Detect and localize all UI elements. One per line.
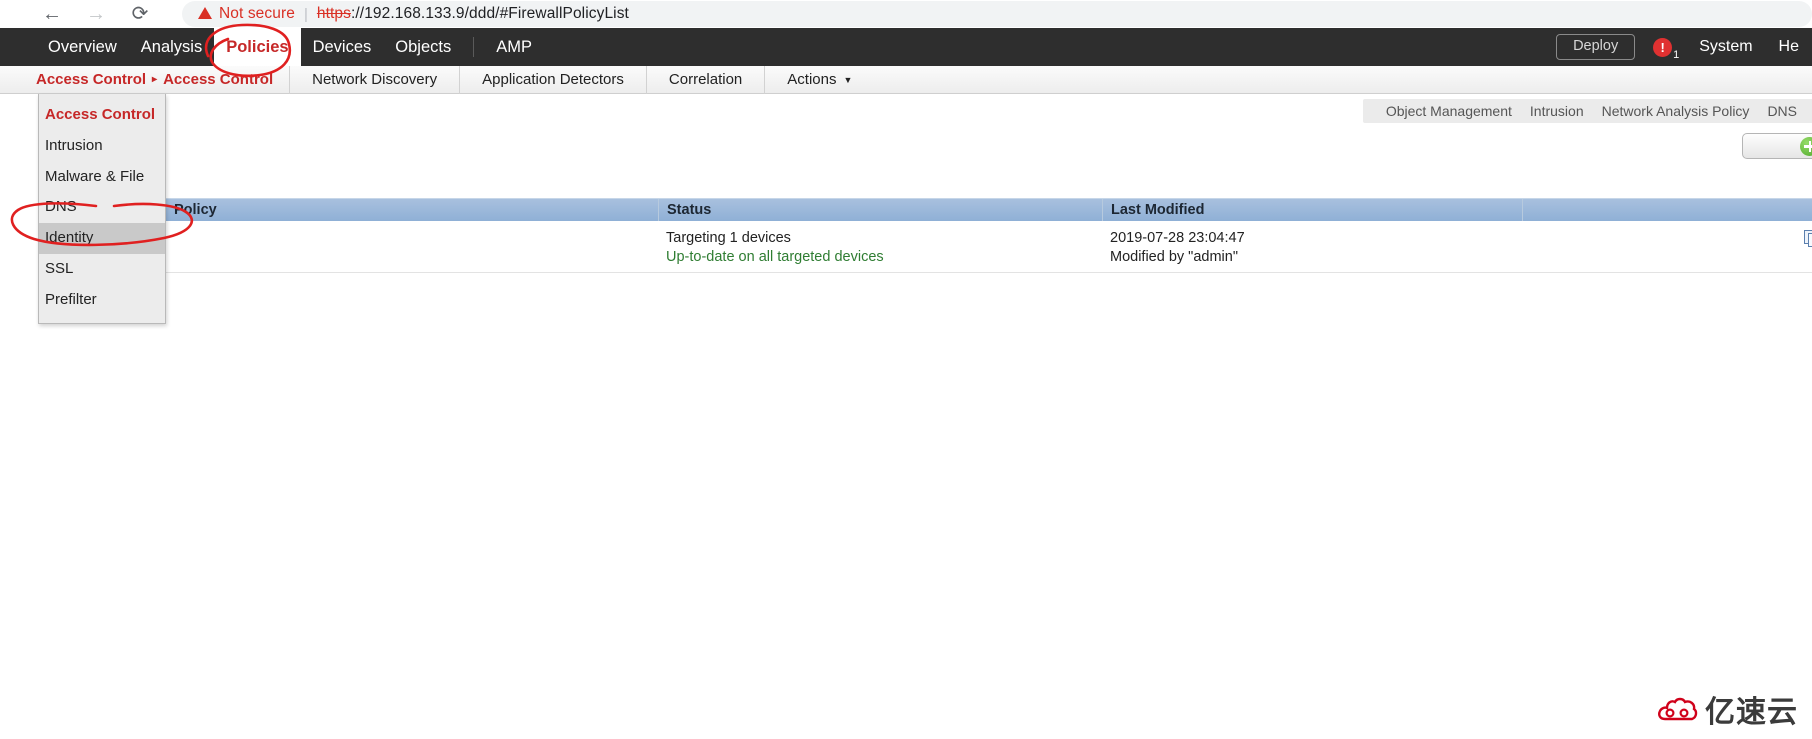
nav-item-system[interactable]: System	[1686, 38, 1765, 56]
util-link-intrusion[interactable]: Intrusion	[1521, 103, 1593, 119]
util-link-network-analysis-policy[interactable]: Network Analysis Policy	[1593, 103, 1759, 119]
nav-item-policies[interactable]: Policies	[214, 28, 301, 66]
breadcrumb-current: Access Control	[163, 71, 274, 88]
nav-item-help[interactable]: He	[1766, 38, 1812, 56]
column-header-last-modified[interactable]: Last Modified	[1102, 198, 1522, 222]
policy-table: Policy Status Last Modified Targeting 1 …	[166, 198, 1812, 273]
column-header-status[interactable]: Status	[658, 198, 1102, 222]
breadcrumb[interactable]: Access Control ▸ Access Control	[0, 66, 289, 94]
cloud-logo-icon	[1658, 697, 1698, 721]
plus-circle-icon	[1800, 136, 1812, 156]
util-link-dns[interactable]: DNS	[1758, 103, 1806, 119]
browser-toolbar: ← → ⟳ Not secure | https://192.168.133.9…	[0, 0, 1812, 28]
table-row[interactable]: Targeting 1 devices Up-to-date on all ta…	[166, 221, 1812, 273]
alert-indicator[interactable]: ! 1	[1653, 37, 1679, 61]
reload-icon[interactable]: ⟳	[118, 1, 162, 27]
chevron-down-icon: ▼	[843, 74, 853, 85]
url-text: https://192.168.133.9/ddd/#FirewallPolic…	[317, 5, 629, 23]
omnibox-separator: |	[303, 5, 308, 23]
menu-item-ssl[interactable]: SSL	[39, 254, 165, 285]
secondary-navigation: Access Control ▸ Access Control Network …	[0, 65, 1812, 94]
nav-item-overview[interactable]: Overview	[36, 28, 129, 66]
cell-last-modified: 2019-07-28 23:04:47 Modified by "admin"	[1102, 221, 1522, 272]
utility-toolbar-inner: Object Management Intrusion Network Anal…	[1362, 99, 1812, 123]
not-secure-warning-icon	[198, 7, 212, 19]
menu-item-dns[interactable]: DNS	[39, 192, 165, 223]
breadcrumb-parent: Access Control	[36, 71, 147, 88]
url-rest: ://192.168.133.9/ddd/#FirewallPolicyList	[350, 5, 629, 22]
deploy-button[interactable]: Deploy	[1556, 34, 1636, 60]
menu-item-identity[interactable]: Identity	[39, 223, 165, 254]
watermark-text: 亿速云	[1705, 695, 1798, 730]
menu-item-prefilter[interactable]: Prefilter	[39, 285, 165, 316]
not-secure-label: Not secure	[219, 5, 295, 22]
alert-icon: !	[1653, 37, 1673, 57]
menu-item-malware-and-file[interactable]: Malware & File	[39, 162, 165, 193]
status-targeting-text: Targeting 1 devices	[666, 230, 791, 246]
alert-count-badge: 1	[1673, 48, 1680, 61]
cell-status: Targeting 1 devices Up-to-date on all ta…	[658, 221, 1102, 272]
nav-divider	[473, 37, 475, 57]
url-scheme: https	[316, 5, 351, 22]
subnav-item-network-discovery[interactable]: Network Discovery	[289, 65, 459, 94]
watermark: 亿速云	[1657, 687, 1798, 731]
subnav-item-correlation[interactable]: Correlation	[645, 65, 764, 94]
forward-icon[interactable]: →	[74, 1, 118, 27]
nav-item-objects[interactable]: Objects	[383, 28, 463, 66]
policies-dropdown-menu: Access Control Intrusion Malware & File …	[38, 94, 166, 325]
status-uptodate-text: Up-to-date on all targeted devices	[666, 249, 884, 266]
subnav-item-actions-label: Actions	[787, 71, 837, 88]
primary-navigation: Overview Analysis Policies Devices Objec…	[0, 28, 1812, 66]
last-modified-author: Modified by "admin"	[1110, 249, 1238, 266]
utility-toolbar: Object Management Intrusion Network Anal…	[1172, 99, 1812, 123]
browser-nav-buttons: ← → ⟳	[0, 1, 162, 27]
util-link-object-management[interactable]: Object Management	[1377, 103, 1521, 119]
back-icon[interactable]: ←	[30, 1, 74, 27]
breadcrumb-arrow-icon: ▸	[152, 74, 158, 85]
nav-item-amp[interactable]: AMP	[484, 28, 544, 66]
cell-policy-name	[166, 221, 658, 272]
nav-item-devices[interactable]: Devices	[301, 28, 384, 66]
table-header-row: Policy Status Last Modified	[166, 198, 1812, 222]
copy-icon-front-sheet	[1808, 233, 1812, 247]
nav-item-analysis[interactable]: Analysis	[129, 28, 214, 66]
column-header-actions	[1522, 198, 1812, 222]
cell-row-actions	[1522, 221, 1812, 272]
column-header-policy[interactable]: Policy	[166, 199, 658, 222]
new-policy-button[interactable]	[1742, 133, 1812, 159]
subnav-item-actions[interactable]: Actions ▼	[764, 65, 874, 94]
primary-nav-right: Deploy ! 1 System He	[1556, 28, 1812, 66]
primary-nav-items: Overview Analysis Policies Devices Objec…	[0, 28, 544, 66]
copy-icon[interactable]	[1804, 230, 1812, 248]
address-bar[interactable]: Not secure | https://192.168.133.9/ddd/#…	[182, 1, 1812, 27]
last-modified-timestamp: 2019-07-28 23:04:47	[1110, 230, 1245, 246]
menu-item-intrusion[interactable]: Intrusion	[39, 131, 165, 162]
screenshot-root: ← → ⟳ Not secure | https://192.168.133.9…	[0, 0, 1812, 739]
subnav-item-application-detectors[interactable]: Application Detectors	[459, 65, 646, 94]
menu-item-access-control[interactable]: Access Control	[39, 100, 165, 131]
